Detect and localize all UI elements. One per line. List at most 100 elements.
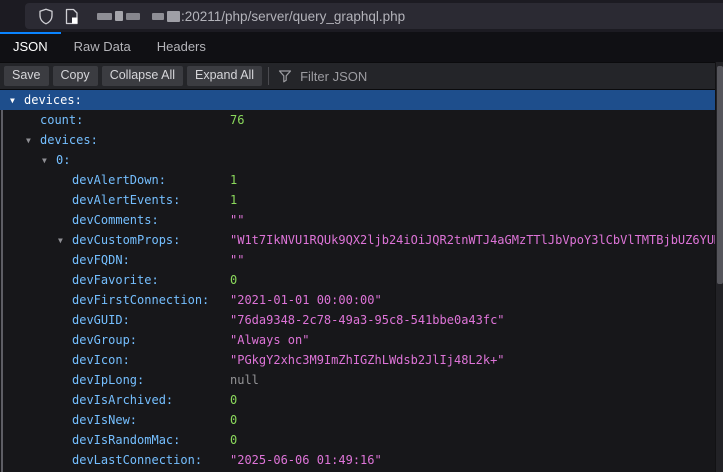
page-icon[interactable] xyxy=(64,8,79,25)
tree-row[interactable]: ▼devCustomProps: "W1t7IkNVU1RQUk9QX2ljb2… xyxy=(0,230,715,250)
row-indent xyxy=(0,343,72,344)
row-indent xyxy=(0,383,72,384)
copy-button[interactable]: Copy xyxy=(53,66,98,86)
tab-bar: JSON Raw Data Headers xyxy=(0,32,723,62)
tab-raw-data-label: Raw Data xyxy=(74,39,131,54)
scrollbar-thumb[interactable] xyxy=(717,66,723,284)
row-value: 0 xyxy=(230,390,237,410)
row-indent xyxy=(0,323,72,324)
tree-row[interactable]: devIsRandomMac: 0 xyxy=(0,430,715,450)
expander-icon[interactable]: ▼ xyxy=(26,131,40,150)
row-value: 1 xyxy=(230,190,237,210)
row-indent xyxy=(0,463,72,464)
toolbar-separator xyxy=(268,67,269,85)
tree-row[interactable]: devFavorite: 0 xyxy=(0,270,715,290)
tree-row[interactable]: devAlertDown: 1 xyxy=(0,170,715,190)
expander-icon[interactable]: ▼ xyxy=(58,231,72,250)
row-indent xyxy=(0,303,72,304)
row-indent xyxy=(0,363,72,364)
row-key: devIsNew: xyxy=(72,413,137,427)
redacted-host xyxy=(97,3,180,29)
row-indent xyxy=(0,243,58,244)
row-key: 0: xyxy=(56,153,70,167)
row-indent xyxy=(0,283,72,284)
tree-row[interactable]: devIpLong: null xyxy=(0,370,715,390)
row-key: devIpLong: xyxy=(72,373,144,387)
row-key: devFQDN: xyxy=(72,253,130,267)
row-key: devIsArchived: xyxy=(72,393,173,407)
tree-row[interactable]: count: 76 xyxy=(0,110,715,130)
row-key: devices: xyxy=(40,133,98,147)
row-key: devAlertEvents: xyxy=(72,193,180,207)
tree-row[interactable]: ▼devices: xyxy=(0,90,715,110)
row-key: devices: xyxy=(24,93,82,107)
row-key: devFavorite: xyxy=(72,273,159,287)
row-value: "2025-06-06 01:49:16" xyxy=(230,450,382,470)
scrollbar[interactable] xyxy=(715,62,723,472)
shield-icon[interactable] xyxy=(38,8,54,25)
tree-row[interactable]: devComments: "" xyxy=(0,210,715,230)
tree-row[interactable]: devIsArchived: 0 xyxy=(0,390,715,410)
row-value: "W1t7IkNVU1RQUk9QX2ljb24iOiJQR2tnWTJ4aGM… xyxy=(230,230,715,250)
tree-row[interactable]: devGUID: "76da9348-2c78-49a3-95c8-541bbe… xyxy=(0,310,715,330)
tree-row[interactable]: ▼devices: xyxy=(0,130,715,150)
row-key: devGroup: xyxy=(72,333,137,347)
row-value: null xyxy=(230,370,259,390)
row-key: devGUID: xyxy=(72,313,130,327)
row-indent xyxy=(0,143,26,144)
row-value: 1 xyxy=(230,170,237,190)
row-indent xyxy=(0,443,72,444)
row-indent xyxy=(0,103,10,104)
filter-funnel-icon xyxy=(278,69,292,83)
row-key: devIsRandomMac: xyxy=(72,433,180,447)
row-indent xyxy=(0,423,72,424)
tree-row[interactable]: devGroup: "Always on" xyxy=(0,330,715,350)
row-indent xyxy=(0,183,72,184)
row-key: devComments: xyxy=(72,213,159,227)
tab-json[interactable]: JSON xyxy=(0,32,61,62)
row-indent xyxy=(0,203,72,204)
browser-toolbar: :20211/php/server/query_graphql.php xyxy=(0,0,723,32)
tree-row[interactable]: devIcon: "PGkgY2xhc3M9ImZhIGZhLWdsb2JlIj… xyxy=(0,350,715,370)
row-indent xyxy=(0,403,72,404)
filter-json-input[interactable] xyxy=(298,68,498,85)
tab-json-label: JSON xyxy=(13,39,48,54)
row-value: 0 xyxy=(230,410,237,430)
save-button[interactable]: Save xyxy=(4,66,49,86)
expand-all-button[interactable]: Expand All xyxy=(187,66,262,86)
tree-row[interactable]: ▼0: xyxy=(0,150,715,170)
row-value: "Always on" xyxy=(230,330,309,350)
row-indent xyxy=(0,163,42,164)
row-value: "2021-01-01 00:00:00" xyxy=(230,290,382,310)
row-value: 0 xyxy=(230,430,237,450)
tree-row[interactable]: devFQDN: "" xyxy=(0,250,715,270)
row-value: 76 xyxy=(230,110,244,130)
collapse-all-button[interactable]: Collapse All xyxy=(102,66,183,86)
row-value: "" xyxy=(230,210,244,230)
row-key: devLastConnection: xyxy=(72,453,202,467)
row-key: count: xyxy=(40,113,83,127)
row-value: "76da9348-2c78-49a3-95c8-541bbe0a43fc" xyxy=(230,310,505,330)
json-toolbar: Save Copy Collapse All Expand All xyxy=(0,62,723,90)
tree-row[interactable]: devLastConnection: "2025-06-06 01:49:16" xyxy=(0,450,715,470)
row-value: "PGkgY2xhc3M9ImZhIGZhLWdsb2JlIj48L2k+" xyxy=(230,350,505,370)
expander-icon[interactable]: ▼ xyxy=(10,91,24,110)
tab-headers[interactable]: Headers xyxy=(144,32,219,62)
url-text[interactable]: :20211/php/server/query_graphql.php xyxy=(181,9,405,24)
row-key: devFirstConnection: xyxy=(72,293,209,307)
row-key: devIcon: xyxy=(72,353,130,367)
row-value: "" xyxy=(230,250,244,270)
tree-row[interactable]: devFirstConnection: "2021-01-01 00:00:00… xyxy=(0,290,715,310)
expander-icon[interactable]: ▼ xyxy=(42,151,56,170)
url-bar[interactable]: :20211/php/server/query_graphql.php xyxy=(25,3,723,29)
tab-raw-data[interactable]: Raw Data xyxy=(61,32,144,62)
row-value: 0 xyxy=(230,270,237,290)
row-indent xyxy=(0,123,40,124)
json-tree: ▼devices: count: 76 ▼devices: ▼0: devAle… xyxy=(0,90,715,472)
row-indent xyxy=(0,263,72,264)
row-key: devAlertDown: xyxy=(72,173,166,187)
tree-row[interactable]: devAlertEvents: 1 xyxy=(0,190,715,210)
tab-headers-label: Headers xyxy=(157,39,206,54)
row-indent xyxy=(0,223,72,224)
tree-row[interactable]: devIsNew: 0 xyxy=(0,410,715,430)
